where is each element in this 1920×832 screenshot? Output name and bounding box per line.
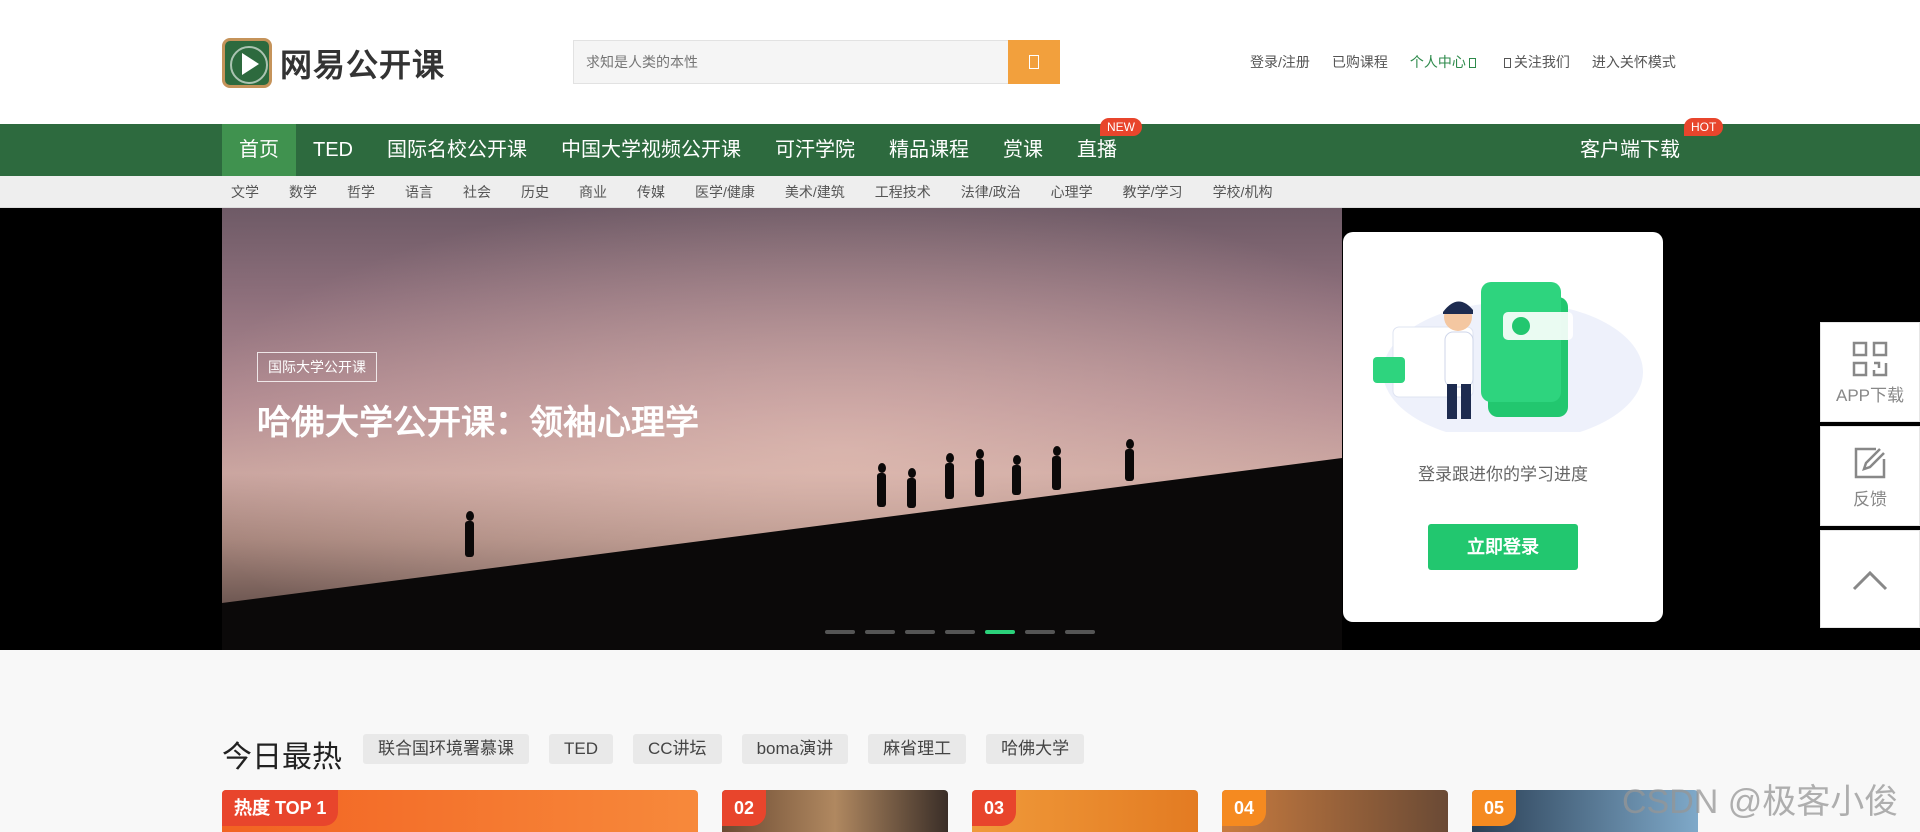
search-icon bbox=[1029, 55, 1039, 69]
feedback-label: 反馈 bbox=[1853, 490, 1887, 509]
card-rank-label: 热度 TOP 1 bbox=[222, 790, 339, 826]
placeholder-icon bbox=[1468, 58, 1476, 68]
login-prompt-text: 登录跟进你的学习进度 bbox=[1418, 465, 1588, 484]
nav-item-label: 直播 bbox=[1077, 139, 1117, 161]
watermark-text: CSDN @极客小俊 bbox=[1622, 783, 1899, 821]
login-register-link[interactable]: 登录/注册 bbox=[1250, 52, 1310, 72]
nav-item-label: 赏课 bbox=[1003, 139, 1043, 161]
learning-illustration-icon bbox=[1373, 282, 1643, 432]
nav-item[interactable]: 首页 bbox=[222, 124, 296, 176]
client-download-label: 客户端下载 bbox=[1580, 139, 1680, 161]
hot-tag[interactable]: CC讲坛 bbox=[633, 734, 722, 764]
nav-item[interactable]: 可汗学院 bbox=[758, 124, 872, 176]
hot-badge: HOT bbox=[1684, 118, 1724, 136]
hot-course-card[interactable]: 热度 TOP 1 bbox=[222, 790, 698, 832]
hot-tag-list: 联合国环境署慕课 TED CC讲坛 boma演讲 麻省理工 哈佛大学 bbox=[363, 734, 1085, 764]
top-links: 登录/注册 已购课程 个人中心 关注我们 进入关怀模式 bbox=[1250, 52, 1676, 72]
category-link[interactable]: 社会 bbox=[463, 176, 491, 208]
hot-tag[interactable]: 联合国环境署慕课 bbox=[363, 734, 529, 764]
purchased-courses-link[interactable]: 已购课程 bbox=[1332, 52, 1388, 72]
category-link[interactable]: 心理学 bbox=[1051, 176, 1093, 208]
category-list: 文学 数学 哲学 语言 社会 历史 商业 传媒 医学/健康 美术/建筑 工程技术 法律/政治 心理学 教学… bbox=[231, 176, 1302, 208]
hot-course-card[interactable]: 04 bbox=[1222, 790, 1448, 832]
nav-item[interactable]: 国际名校公开课 bbox=[370, 124, 544, 176]
category-link[interactable]: 传媒 bbox=[637, 176, 665, 208]
main-nav: 首页 TED 国际名校公开课 中国大学视频公开课 可汗学院 精品课程 赏课 直播 NEW 客户端… bbox=[0, 118, 1920, 176]
category-link[interactable]: 医学/健康 bbox=[695, 176, 755, 208]
nav-item[interactable]: 赏课 bbox=[986, 124, 1060, 176]
nav-item[interactable]: TED bbox=[296, 124, 370, 176]
search-input[interactable] bbox=[573, 40, 1008, 84]
logo-text: 网易公开课 bbox=[280, 47, 446, 83]
search-bar bbox=[573, 40, 1060, 84]
carousel-dot[interactable] bbox=[825, 630, 855, 634]
hot-tag[interactable]: 哈佛大学 bbox=[986, 734, 1085, 764]
hot-tag[interactable]: boma演讲 bbox=[741, 734, 849, 764]
banner-tag[interactable]: 国际大学公开课 bbox=[257, 352, 377, 382]
nav-item-label: 国际名校公开课 bbox=[387, 139, 527, 161]
category-link[interactable]: 文学 bbox=[231, 176, 259, 208]
new-badge: NEW bbox=[1100, 118, 1142, 136]
carousel-indicators bbox=[825, 630, 1095, 634]
card-rank-label: 05 bbox=[1472, 790, 1517, 826]
nav-item-label: 首页 bbox=[239, 139, 279, 161]
carousel-dot[interactable] bbox=[945, 630, 975, 634]
hot-tag[interactable]: 麻省理工 bbox=[868, 734, 967, 764]
carousel-dot[interactable] bbox=[1025, 630, 1055, 634]
hot-course-card[interactable]: 03 bbox=[972, 790, 1198, 832]
category-link[interactable]: 学校/机构 bbox=[1213, 176, 1273, 208]
back-to-top-button[interactable] bbox=[1820, 530, 1920, 628]
card-rank-label: 02 bbox=[722, 790, 767, 826]
carousel-dot[interactable] bbox=[1065, 630, 1095, 634]
nav-item-label: 中国大学视频公开课 bbox=[561, 139, 741, 161]
placeholder-icon bbox=[1503, 58, 1511, 68]
search-button[interactable] bbox=[1008, 40, 1060, 84]
qr-code-icon bbox=[1852, 341, 1888, 377]
feedback-float-button[interactable]: 反馈 bbox=[1820, 426, 1920, 526]
category-link[interactable]: 商业 bbox=[579, 176, 607, 208]
category-link[interactable]: 美术/建筑 bbox=[785, 176, 845, 208]
nav-item-label: 精品课程 bbox=[889, 139, 969, 161]
nav-item[interactable]: 精品课程 bbox=[872, 124, 986, 176]
nav-item-label: TED bbox=[313, 139, 353, 161]
carousel-dot[interactable] bbox=[985, 630, 1015, 634]
personal-center-link[interactable]: 个人中心 bbox=[1410, 52, 1479, 72]
nav-item-label: 可汗学院 bbox=[775, 139, 855, 161]
carousel-dot[interactable] bbox=[905, 630, 935, 634]
app-download-float-button[interactable]: APP下载 bbox=[1820, 322, 1920, 422]
category-link[interactable]: 法律/政治 bbox=[961, 176, 1021, 208]
care-mode-link[interactable]: 进入关怀模式 bbox=[1592, 52, 1676, 72]
app-download-label: APP下载 bbox=[1835, 386, 1905, 405]
edit-feedback-icon bbox=[1854, 447, 1886, 479]
client-download-link[interactable]: 客户端下载 HOT bbox=[1580, 118, 1724, 176]
nav-item[interactable]: 中国大学视频公开课 bbox=[544, 124, 758, 176]
category-link[interactable]: 哲学 bbox=[347, 176, 375, 208]
today-hot-title: 今日最热 bbox=[222, 741, 342, 774]
carousel-dot[interactable] bbox=[865, 630, 895, 634]
hot-tag[interactable]: TED bbox=[549, 734, 613, 764]
header: 网易公开课 登录/注册 已购课程 个人中心 关注我们 进入关怀模式 bbox=[0, 0, 1920, 124]
login-now-button[interactable]: 立即登录 bbox=[1428, 524, 1578, 570]
card-rank-label: 03 bbox=[972, 790, 1017, 826]
category-subnav: 文学 数学 哲学 语言 社会 历史 商业 传媒 医学/健康 美术/建筑 工程技术 法律/政治 心理学 教学… bbox=[0, 176, 1920, 208]
banner-title[interactable]: 哈佛大学公开课：领袖心理学 bbox=[257, 398, 707, 448]
login-card: 登录跟进你的学习进度 立即登录 bbox=[1343, 232, 1663, 622]
follow-us-link[interactable]: 关注我们 bbox=[1501, 52, 1570, 72]
category-link[interactable]: 历史 bbox=[521, 176, 549, 208]
category-link[interactable]: 数学 bbox=[289, 176, 317, 208]
card-rank-label: 04 bbox=[1222, 790, 1267, 826]
category-link[interactable]: 工程技术 bbox=[875, 176, 931, 208]
category-link[interactable]: 教学/学习 bbox=[1123, 176, 1183, 208]
play-logo-icon bbox=[222, 38, 272, 88]
nav-item[interactable]: 直播 NEW bbox=[1060, 118, 1142, 176]
nav-items: 首页 TED 国际名校公开课 中国大学视频公开课 可汗学院 精品课程 赏课 直播 NEW bbox=[222, 118, 1142, 176]
category-link[interactable]: 语言 bbox=[405, 176, 433, 208]
hot-course-card[interactable]: 02 bbox=[722, 790, 948, 832]
logo[interactable]: 网易公开课 bbox=[222, 38, 445, 88]
chevron-up-icon bbox=[1852, 570, 1888, 591]
